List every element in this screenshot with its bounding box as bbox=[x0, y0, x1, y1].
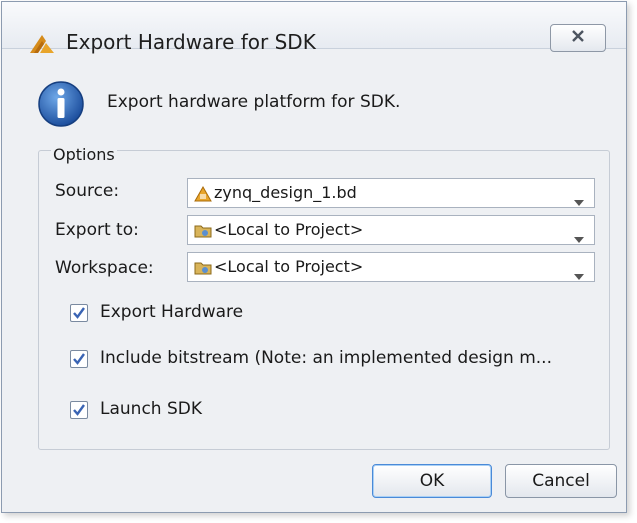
description-text: Export hardware platform for SDK. bbox=[107, 92, 401, 112]
checkmark-icon bbox=[73, 404, 85, 416]
workspace-dropdown[interactable]: <Local to Project> bbox=[187, 252, 595, 282]
dialog-title: Export Hardware for SDK bbox=[66, 30, 316, 54]
folder-icon bbox=[194, 260, 212, 280]
workspace-value: <Local to Project> bbox=[214, 257, 364, 276]
checkmark-icon bbox=[73, 353, 85, 365]
folder-icon bbox=[194, 223, 212, 243]
source-label: Source: bbox=[55, 181, 120, 201]
options-legend: Options bbox=[51, 145, 117, 164]
close-button[interactable] bbox=[550, 24, 606, 52]
export-to-label: Export to: bbox=[55, 220, 139, 240]
checkmark-icon bbox=[73, 307, 85, 319]
title-bar[interactable]: Export Hardware for SDK bbox=[2, 2, 626, 54]
launch-sdk-checkbox[interactable] bbox=[70, 401, 88, 419]
export-hardware-dialog: Export Hardware for SDK Export hardware … bbox=[1, 1, 627, 513]
export-to-dropdown[interactable]: <Local to Project> bbox=[187, 215, 595, 245]
chevron-down-icon[interactable] bbox=[574, 228, 584, 247]
block-design-icon bbox=[194, 185, 212, 206]
ok-button[interactable]: OK bbox=[372, 464, 492, 498]
cancel-button[interactable]: Cancel bbox=[505, 464, 617, 498]
close-icon bbox=[570, 28, 586, 48]
chevron-down-icon[interactable] bbox=[574, 191, 584, 210]
workspace-label: Workspace: bbox=[55, 258, 154, 278]
chevron-down-icon[interactable] bbox=[574, 265, 584, 284]
export-hardware-label[interactable]: Export Hardware bbox=[100, 302, 243, 322]
include-bitstream-label[interactable]: Include bitstream (Note: an implemented … bbox=[100, 348, 552, 368]
source-dropdown[interactable]: zynq_design_1.bd bbox=[187, 178, 595, 208]
launch-sdk-label[interactable]: Launch SDK bbox=[100, 399, 202, 419]
export-hardware-checkbox[interactable] bbox=[70, 304, 88, 322]
source-value: zynq_design_1.bd bbox=[214, 183, 357, 202]
include-bitstream-checkbox[interactable] bbox=[70, 350, 88, 368]
export-to-value: <Local to Project> bbox=[214, 220, 364, 239]
options-group: Options Source: zynq_design_1.bd Export … bbox=[38, 145, 610, 450]
vivado-logo-icon bbox=[28, 33, 56, 59]
info-icon bbox=[37, 80, 85, 132]
